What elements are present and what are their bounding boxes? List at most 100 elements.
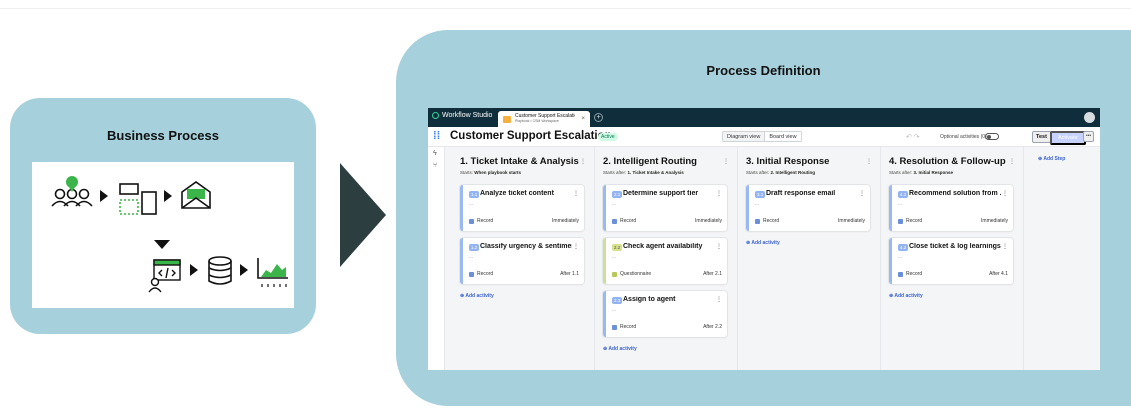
activity-desc: ... (898, 254, 903, 260)
optional-activities-label: Optional activities (0) (940, 134, 987, 140)
arrow-right-icon (100, 190, 108, 202)
activity-type: Record (477, 271, 494, 277)
activity-desc: ... (898, 201, 903, 207)
arrow-down-icon (154, 240, 170, 249)
branch-icon[interactable]: ⑂ (433, 162, 437, 169)
step-title[interactable]: 4. Resolution & Follow-up (889, 156, 1006, 167)
arrow-right-icon (240, 264, 248, 276)
activity-name: Draft response email (766, 190, 836, 197)
activity-type: Record (763, 218, 780, 224)
add-activity-link[interactable]: ⊕ Add activity (460, 293, 494, 299)
activity-number: 2.2 (612, 244, 623, 251)
more-button[interactable]: ••• (1083, 131, 1094, 142)
activity-number: 4.2 (898, 244, 909, 251)
activity-card[interactable]: 3.1 Draft response email ⋮ ... Record Im… (746, 185, 870, 231)
activity-timing: Immediately (552, 218, 579, 224)
process-definition-panel: Process Definition Workflow Studio Custo… (396, 30, 1131, 406)
activity-type: Record (906, 271, 923, 277)
record-icon (612, 219, 617, 224)
top-edge (0, 0, 1131, 9)
activity-timing: After 1.1 (560, 271, 579, 277)
activity-timing: After 2.1 (703, 271, 722, 277)
lightning-icon[interactable]: ϟ (433, 150, 437, 157)
activity-card[interactable]: 4.1 Recommend solution from ... ⋮ ... Re… (889, 185, 1013, 231)
step-starts: Starts after: 2. Intelligent Routing (746, 170, 816, 175)
activity-menu-icon[interactable]: ⋮ (716, 296, 722, 303)
activity-card[interactable]: 1.2 Classify urgency & sentiment ⋮ ... R… (460, 238, 584, 284)
playbook-header: ⁞⁞ Customer Support Escalation Active Di… (428, 127, 1100, 147)
step-menu-icon[interactable]: ⋮ (723, 158, 729, 165)
activity-type: Record (477, 218, 494, 224)
activity-menu-icon[interactable]: ⋮ (716, 190, 722, 197)
business-process-title: Business Process (106, 128, 219, 143)
brand-label: Workflow Studio (442, 112, 493, 119)
analytics-chart-icon (257, 258, 288, 287)
test-button[interactable]: Test (1032, 131, 1051, 143)
activity-card[interactable]: 4.2 Close ticket & log learnings ⋮ ... R… (889, 238, 1013, 284)
chat-bubble-icon (66, 176, 78, 192)
activity-name: Close ticket & log learnings (909, 243, 1001, 250)
activity-menu-icon[interactable]: ⋮ (859, 190, 865, 197)
activity-desc: ... (612, 307, 617, 313)
arrow-right-icon (190, 264, 198, 276)
add-activity-link[interactable]: ⊕ Add activity (889, 293, 923, 299)
activate-button[interactable]: Activate (1050, 131, 1086, 145)
left-toolbar: ϟ ⑂ (428, 147, 445, 370)
activity-timing: After 2.2 (703, 324, 722, 330)
step-menu-icon[interactable]: ⋮ (580, 158, 586, 165)
add-activity-link[interactable]: ⊕ Add activity (746, 240, 780, 246)
step-column: 2. Intelligent Routing ⋮ Starts after: 1… (595, 147, 738, 370)
business-process-illustration (32, 162, 294, 308)
transition-arrow-icon (340, 163, 386, 267)
add-tab-button[interactable]: + (594, 113, 603, 122)
view-switcher: Diagram view Board view (722, 131, 802, 142)
arrow-right-icon (164, 190, 172, 202)
undo-redo-icon[interactable]: ↶ ↷ (906, 133, 920, 141)
form-layout-icon (119, 183, 157, 215)
step-title[interactable]: 3. Initial Response (746, 156, 829, 167)
workflow-app-window: Workflow Studio Customer Support Escalat… (428, 108, 1100, 370)
record-icon (755, 219, 760, 224)
activity-card[interactable]: 2.3 Assign to agent ⋮ ... Record After 2… (603, 291, 727, 337)
activity-menu-icon[interactable]: ⋮ (716, 243, 722, 250)
process-definition-title: Process Definition (706, 63, 821, 78)
diagram-view-button[interactable]: Diagram view (723, 132, 764, 141)
activity-menu-icon[interactable]: ⋮ (1002, 243, 1008, 250)
step-column: 3. Initial Response ⋮ Starts after: 2. I… (738, 147, 881, 370)
activity-desc: ... (612, 201, 617, 207)
activity-number: 4.1 (898, 191, 909, 198)
activity-card[interactable]: 2.1 Determine support tier ⋮ ... Record … (603, 185, 727, 231)
activity-menu-icon[interactable]: ⋮ (573, 190, 579, 197)
activity-type: Record (620, 218, 637, 224)
add-step-link[interactable]: ⊕ Add Step (1038, 156, 1065, 162)
activity-card[interactable]: 2.2 Check agent availability ⋮ ... Quest… (603, 238, 727, 284)
activity-type: Record (906, 218, 923, 224)
record-icon (612, 325, 617, 330)
activity-timing: Immediately (981, 218, 1008, 224)
activity-number: 1.2 (469, 244, 480, 251)
step-menu-icon[interactable]: ⋮ (866, 158, 872, 165)
activity-menu-icon[interactable]: ⋮ (573, 243, 579, 250)
activity-timing: Immediately (838, 218, 865, 224)
step-menu-icon[interactable]: ⋮ (1009, 158, 1015, 165)
tab-playbook[interactable]: Customer Support Escalatio Playbook • CS… (498, 111, 590, 127)
step-title[interactable]: 2. Intelligent Routing (603, 156, 697, 167)
activity-type: Record (620, 324, 637, 330)
close-icon[interactable]: × (581, 116, 585, 122)
activity-desc: ... (469, 254, 474, 260)
app-titlebar: Workflow Studio Customer Support Escalat… (428, 108, 1100, 127)
board-view-button[interactable]: Board view (764, 132, 801, 141)
activity-type: Questionnaire (620, 271, 652, 277)
playbook-icon (503, 116, 511, 123)
activity-card[interactable]: 1.1 Analyze ticket content ⋮ ... Record … (460, 185, 584, 231)
step-starts: Starts after: 3. Initial Response (889, 170, 954, 175)
step-title[interactable]: 1. Ticket Intake & Analysis (460, 156, 579, 167)
activity-number: 1.1 (469, 191, 480, 198)
record-icon (469, 272, 474, 277)
brand[interactable]: Workflow Studio (432, 112, 492, 119)
activity-menu-icon[interactable]: ⋮ (1002, 190, 1008, 197)
avatar[interactable] (1084, 112, 1095, 123)
activity-name: Assign to agent (623, 296, 676, 303)
optional-activities-toggle[interactable] (985, 133, 999, 140)
add-activity-link[interactable]: ⊕ Add activity (603, 346, 637, 352)
